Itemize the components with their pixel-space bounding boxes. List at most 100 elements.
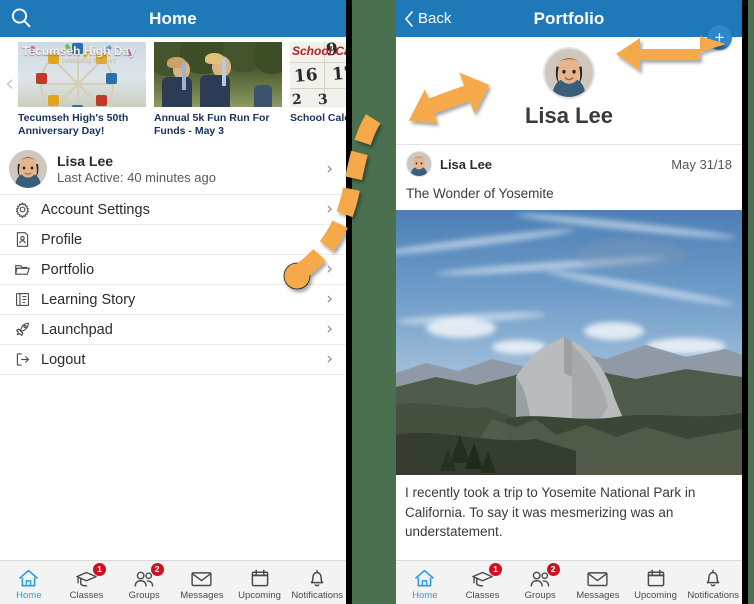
carousel-card-caption: Tecumseh High's 50th Anniversary Day! (18, 112, 129, 138)
badge-count: 2 (150, 562, 164, 576)
chevron-left-icon[interactable]: ‹ (5, 73, 14, 96)
page-title: Portfolio (533, 8, 605, 28)
user-name: Lisa Lee (57, 153, 114, 169)
calendar-icon (250, 567, 270, 588)
news-carousel: ‹ › (0, 37, 346, 144)
back-label: Back (418, 10, 452, 27)
portfolio-header: Back Portfolio (396, 0, 742, 37)
tab-label: Notifications (291, 589, 344, 601)
tab-label: Home (16, 589, 42, 601)
carousel-card-image (154, 42, 282, 107)
carousel-card-caption: School Calenda (290, 112, 346, 124)
tab-label: Groups (128, 589, 160, 601)
badge-count: 1 (489, 562, 502, 576)
carousel-card[interactable]: Annual 5k Fun Run For Funds - May 3 (154, 42, 282, 138)
carousel-card-overlay-title: Tecumseh High Day (22, 44, 136, 58)
user-profile-row[interactable]: Lisa Lee Last Active: 40 minutes ago › (0, 144, 346, 195)
add-post-button[interactable]: + (707, 25, 732, 50)
mountain-silhouette (396, 337, 742, 475)
post-date: May 31/18 (671, 156, 732, 172)
tab-label: Upcoming (634, 589, 677, 601)
carousel-card-image: Tecumseh High Day celebrating 50 years (18, 42, 146, 107)
carousel-card[interactable]: Tecumseh High Day celebrating 50 years T… (18, 42, 146, 138)
envelope-icon (586, 567, 609, 588)
tab-home[interactable]: Home (0, 561, 58, 604)
home-icon (414, 567, 435, 588)
post-author: Lisa Lee (440, 156, 493, 172)
tab-label: Messages (180, 589, 224, 601)
gear-icon (12, 200, 32, 220)
post-image (396, 210, 742, 475)
carousel-card[interactable]: 9 10 16 17 18 2 3 4 School Calendar Scho… (290, 42, 346, 138)
tab-notifications[interactable]: Notifications (684, 561, 742, 604)
tab-classes[interactable]: 1 Classes (454, 561, 512, 604)
book-icon (12, 290, 32, 310)
menu-item-label: Logout (41, 351, 86, 368)
rocket-icon (12, 320, 32, 340)
carousel-card-image: 9 10 16 17 18 2 3 4 School Calendar (290, 42, 346, 107)
graduation-cap-icon: 1 (471, 562, 502, 588)
carousel-card-overlay-title: School Calendar (292, 44, 346, 58)
graduation-cap-icon: 1 (75, 562, 106, 588)
tab-label: Messages (576, 589, 620, 601)
tab-label: Upcoming (238, 589, 281, 601)
menu-item-label: Learning Story (41, 291, 136, 308)
account-menu: Lisa Lee Last Active: 40 minutes ago › A… (0, 144, 346, 375)
profile-card-icon (12, 230, 32, 250)
carousel-card-caption: Annual 5k Fun Run For Funds - May 3 (154, 112, 270, 138)
tab-groups[interactable]: 2 Groups (511, 561, 569, 604)
badge-count: 1 (93, 562, 106, 576)
phone-screen-home: Home ‹ › (0, 0, 346, 604)
page-title: Home (149, 8, 197, 28)
envelope-icon (190, 567, 213, 588)
post-title: The Wonder of Yosemite (396, 179, 742, 210)
screenshot-root: Home ‹ › (0, 0, 754, 604)
tab-label: Notifications (687, 589, 740, 601)
menu-item-profile[interactable]: Profile › (0, 225, 346, 255)
bottom-tab-bar: Home 1 Classes 2 Groups Messages Upcoming Notif… (0, 560, 346, 604)
logout-icon (12, 350, 32, 370)
bell-icon (307, 567, 327, 588)
carousel-card-overlay-subtitle: celebrating 50 years (62, 59, 117, 65)
menu-item-label: Profile (41, 231, 83, 248)
tab-label: Groups (524, 589, 556, 601)
avatar (406, 151, 432, 177)
menu-item-label: Account Settings (41, 201, 150, 218)
menu-item-label: Portfolio (41, 261, 95, 278)
post-body: I recently took a trip to Yosemite Natio… (396, 475, 742, 542)
user-last-active: Last Active: 40 minutes ago (57, 170, 216, 185)
people-icon: 2 (529, 562, 560, 588)
tab-label: Classes (69, 589, 104, 601)
menu-item-portfolio[interactable]: Portfolio › (0, 255, 346, 285)
menu-item-launchpad[interactable]: Launchpad › (0, 315, 346, 345)
tab-messages[interactable]: Messages (173, 561, 231, 604)
chevron-right-icon: › (326, 259, 333, 279)
menu-item-logout[interactable]: Logout › (0, 345, 346, 375)
tab-notifications[interactable]: Notifications (288, 561, 346, 604)
avatar (9, 150, 47, 188)
folder-icon (12, 260, 32, 280)
tab-classes[interactable]: 1 Classes (58, 561, 116, 604)
tab-label: Classes (465, 589, 500, 601)
tab-upcoming[interactable]: Upcoming (627, 561, 685, 604)
profile-header: + Lisa Lee (396, 25, 742, 145)
chevron-right-icon: › (326, 319, 333, 339)
tab-groups[interactable]: 2 Groups (115, 561, 173, 604)
tab-home[interactable]: Home (396, 561, 454, 604)
menu-item-account-settings[interactable]: Account Settings › (0, 195, 346, 225)
tab-label: Home (412, 589, 438, 601)
bottom-tab-bar: Home 1 Classes 2 Groups Messages Upcoming Notif… (396, 560, 742, 604)
tab-messages[interactable]: Messages (569, 561, 627, 604)
chevron-left-icon (405, 10, 413, 27)
back-button[interactable]: Back (404, 0, 451, 37)
menu-item-label: Launchpad (41, 321, 113, 338)
chevron-right-icon: › (326, 349, 333, 369)
chevron-right-icon: › (326, 289, 333, 309)
chevron-right-icon: › (326, 229, 333, 249)
search-icon[interactable] (9, 6, 34, 31)
avatar (543, 47, 595, 99)
phone-screen-portfolio: Back Portfolio + Lisa Lee Lisa Lee May 3… (396, 0, 742, 604)
menu-item-learning-story[interactable]: Learning Story › (0, 285, 346, 315)
bell-icon (703, 567, 723, 588)
tab-upcoming[interactable]: Upcoming (231, 561, 289, 604)
